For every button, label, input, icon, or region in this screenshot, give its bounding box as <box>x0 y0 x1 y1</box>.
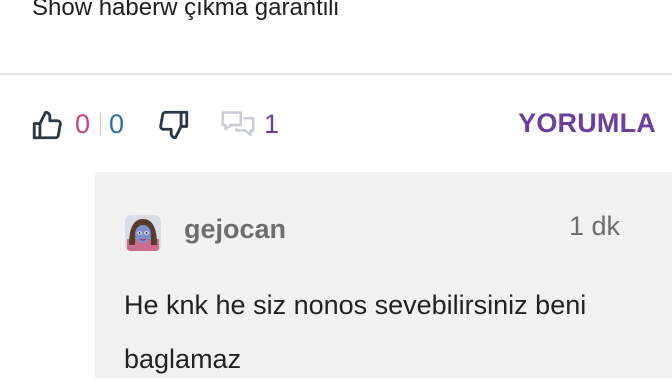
avatar[interactable] <box>125 215 161 251</box>
comment-text: He knk he siz nonos sevebilirsiniz beni … <box>124 290 587 374</box>
comment-bubbles-icon[interactable] <box>220 109 256 141</box>
avatar-image <box>125 215 161 251</box>
thumbs-down-icon[interactable] <box>157 108 191 142</box>
like-count: 0 <box>75 109 91 139</box>
post-text: Show haberw çıkma garantili <box>32 0 339 21</box>
action-bar: 0 0 1 YORUMLA <box>0 100 672 148</box>
thumbs-up-icon[interactable] <box>30 108 64 142</box>
comment-author[interactable]: gejocan <box>184 214 286 245</box>
divider <box>0 73 672 75</box>
comment-count: 1 <box>264 109 280 139</box>
reply-card: gejocan 1 dk He knk he siz nonos sevebil… <box>95 172 672 378</box>
comment-time: 1 dk <box>568 211 620 241</box>
count-separator <box>100 113 101 135</box>
reply-button[interactable]: YORUMLA <box>518 108 656 139</box>
dislike-count: 0 <box>109 109 125 139</box>
